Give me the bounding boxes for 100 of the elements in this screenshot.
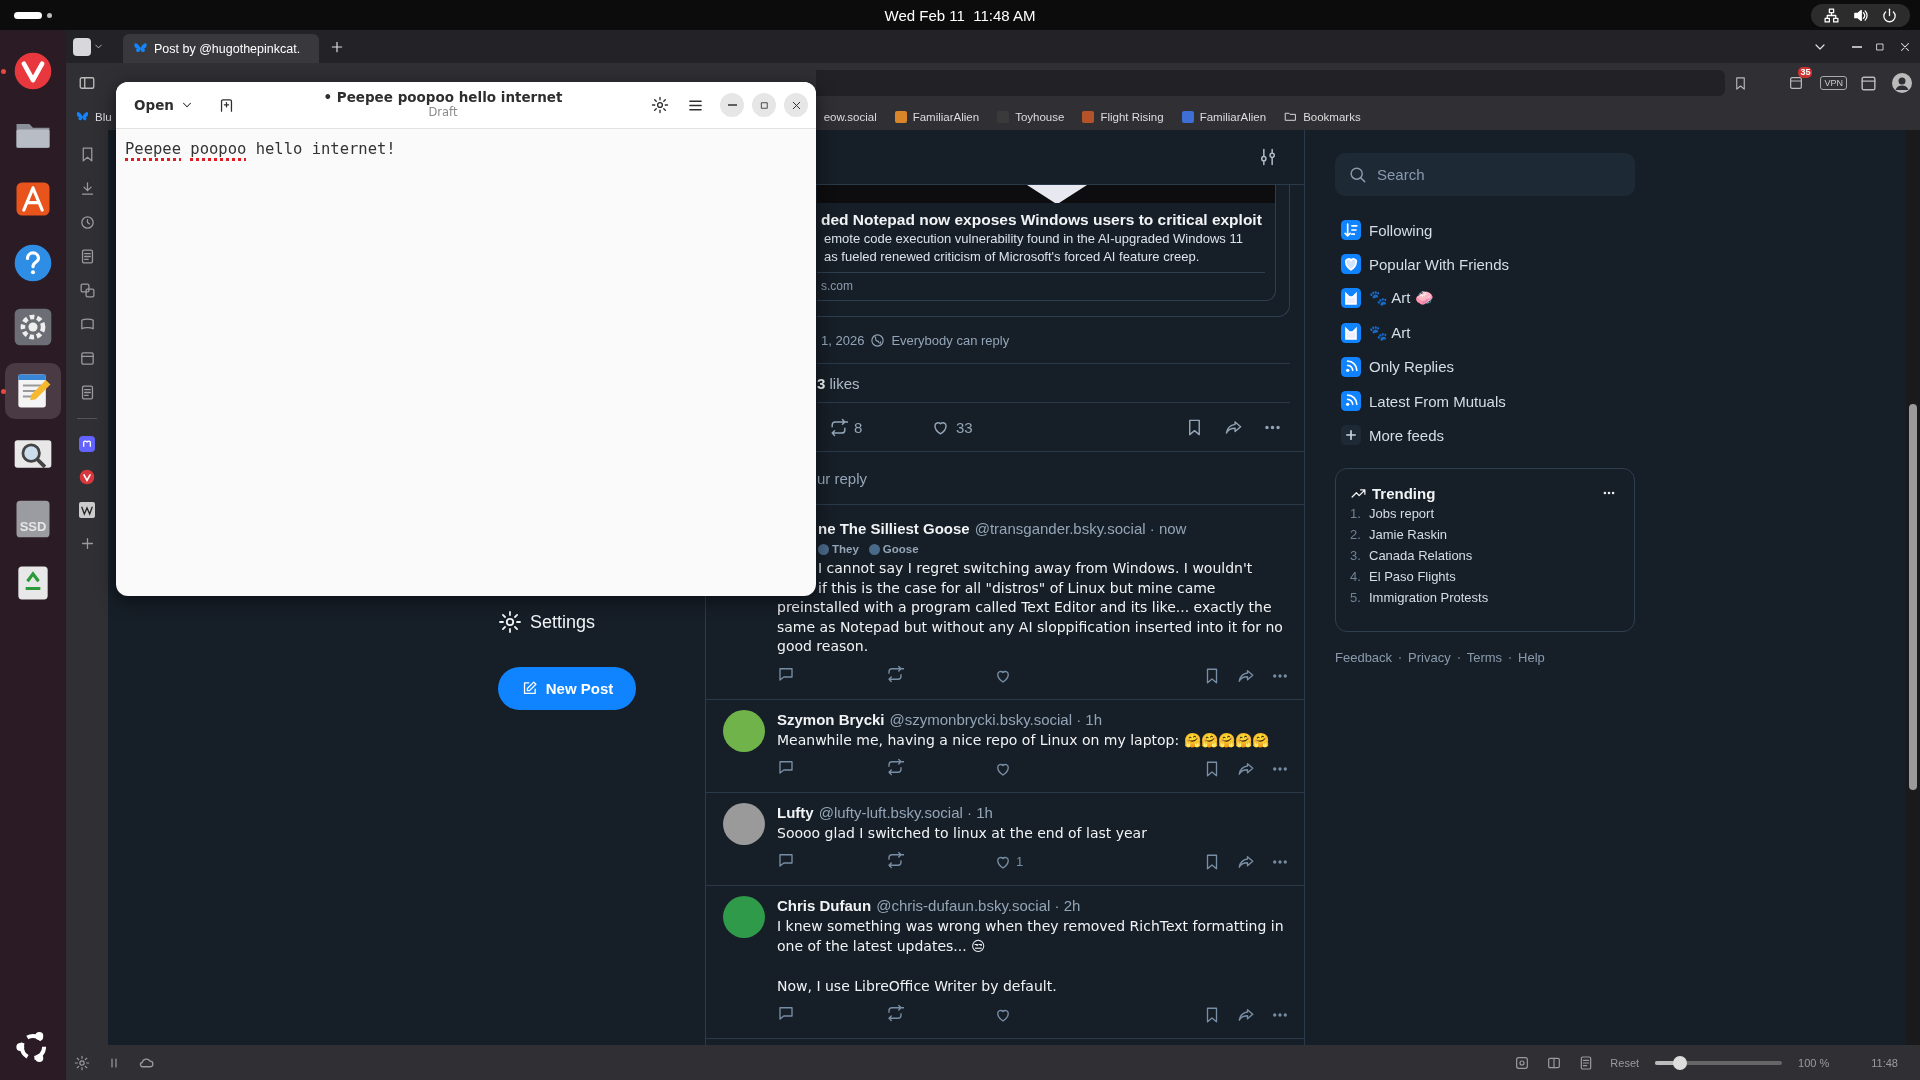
reply-text: I knew something was wrong when they removed RichText formatting in one of the latest updates... 😒 Now, I use LibreOffice Writer by default.: [777, 916, 1285, 996]
repost-icon[interactable]: [886, 665, 904, 684]
like-count: 33: [956, 418, 973, 436]
side-panel-icon[interactable]: [78, 74, 96, 92]
feed-link[interactable]: Popular With Friends: [1369, 255, 1510, 273]
window-panel-icon[interactable]: [78, 350, 96, 367]
system-tray[interactable]: [1811, 3, 1910, 27]
folder-icon: [1284, 110, 1298, 123]
author-handle: @lufty-luft.bsky.social · 1h: [818, 802, 993, 823]
maximize-button[interactable]: [752, 93, 776, 117]
trending-title: Trending: [1372, 484, 1437, 502]
author-name[interactable]: Lufty: [777, 802, 814, 823]
address-field[interactable]: [816, 70, 1726, 96]
bookmark-link[interactable]: Blu: [95, 110, 112, 123]
extension-icon[interactable]: [1788, 75, 1805, 91]
link-card[interactable]: [817, 185, 1276, 301]
reply-prompt[interactable]: ur reply: [817, 469, 868, 487]
translate-panel-icon[interactable]: [78, 282, 96, 299]
window-subtitle: Draft: [428, 105, 458, 120]
theme-icon[interactable]: [651, 96, 669, 114]
feed-link[interactable]: 🐾 Art: [1369, 323, 1411, 342]
bookmark-link[interactable]: FamiliarAlien: [1199, 110, 1267, 123]
repost-count: 8: [854, 418, 863, 436]
footer-link[interactable]: Feedback: [1335, 650, 1393, 666]
footer-link[interactable]: Privacy: [1408, 650, 1451, 666]
feed-link[interactable]: Only Replies: [1369, 358, 1455, 376]
author-handle: @transgander.bsky.social · now: [974, 519, 1187, 539]
butterfly-icon: [76, 110, 89, 123]
repost-icon[interactable]: [886, 758, 904, 777]
avatar[interactable]: [723, 895, 765, 938]
feed-icon: [1341, 356, 1361, 377]
panel-toggle-icon[interactable]: [74, 1054, 90, 1071]
trend-rank: 3.: [1350, 548, 1360, 564]
minimize-icon[interactable]: [1852, 45, 1862, 48]
author-name[interactable]: Chris Dufaun: [777, 895, 872, 916]
reply-text-line: if this is the case for all "distros" of Linux but mine came: [817, 578, 1217, 598]
vpn-button[interactable]: VPN: [1820, 76, 1847, 90]
avatar[interactable]: [723, 709, 765, 752]
vivaldi-panel-icon[interactable]: [79, 469, 95, 485]
wiki-icon[interactable]: [79, 502, 95, 518]
feed-link[interactable]: Following: [1369, 221, 1433, 239]
link-description: emote code execution vulnerability found in the AI-upgraded Windows 11: [824, 230, 1244, 248]
link-title: ded Notepad now exposes Windows users to critical exploit: [821, 210, 1263, 230]
trend-link[interactable]: Jobs report: [1369, 506, 1435, 522]
trend-link[interactable]: Jamie Raskin: [1369, 527, 1448, 543]
sliders-icon[interactable]: [1258, 147, 1278, 167]
feed-link[interactable]: Latest From Mutuals: [1369, 392, 1506, 410]
bookmark-link[interactable]: Bookmarks: [1303, 110, 1361, 123]
post-date: 1, 2026: [821, 332, 865, 348]
calendar-icon[interactable]: [1859, 73, 1878, 93]
trend-link[interactable]: Immigration Protests: [1369, 590, 1489, 606]
footer-link[interactable]: Terms: [1466, 650, 1503, 666]
feed-link[interactable]: 🐾 Art 🧼: [1369, 289, 1434, 308]
author-handle: @szymonbrycki.bsky.social · 1h: [889, 709, 1103, 730]
scrollbar[interactable]: [1906, 130, 1920, 1045]
drive-label: SSD: [18, 519, 48, 534]
bookmark-link[interactable]: FamiliarAlien: [912, 110, 980, 123]
profile-badge: Goose: [868, 543, 919, 555]
feed-link[interactable]: More feeds: [1369, 426, 1445, 444]
power-icon: [1881, 6, 1898, 24]
new-post-button[interactable]: New Post: [498, 667, 636, 710]
browser-tab[interactable]: Post by @hugothepinkcat.: [123, 34, 319, 63]
trend-rank: 2.: [1350, 527, 1360, 543]
trend-rank: 4.: [1350, 569, 1360, 585]
profile-icon[interactable]: [1890, 71, 1914, 95]
zoom-slider[interactable]: [1655, 1055, 1783, 1070]
avatar[interactable]: [723, 802, 765, 845]
zoom-reset-button[interactable]: Reset: [1610, 1056, 1640, 1069]
history-panel-icon[interactable]: [78, 214, 96, 231]
restore-icon[interactable]: [1874, 40, 1886, 53]
profile-badge: They: [818, 543, 859, 555]
search-field[interactable]: Search: [1335, 153, 1635, 196]
repost-icon[interactable]: [886, 1004, 904, 1023]
open-button[interactable]: Open: [124, 91, 204, 119]
feed-icon: [1341, 220, 1361, 241]
settings-icon[interactable]: [498, 610, 522, 634]
search-icon: [1348, 165, 1367, 184]
minimize-button[interactable]: [720, 93, 744, 117]
bookmark-link[interactable]: Flight Rising: [1100, 110, 1164, 123]
author-name[interactable]: ne The Silliest Goose: [818, 519, 970, 539]
network-icon: [1823, 6, 1840, 24]
close-button[interactable]: [784, 93, 808, 117]
repost-icon[interactable]: [886, 851, 904, 870]
repost-icon[interactable]: [829, 417, 848, 437]
trend-link[interactable]: El Paso Flights: [1369, 569, 1456, 585]
editor-text[interactable]: Peepee poopoo hello internet!: [116, 129, 816, 169]
likes-summary[interactable]: 3 likes: [817, 374, 860, 392]
clock[interactable]: Wed Feb 11 11:48 AM: [884, 6, 1036, 24]
globe-icon: [870, 332, 886, 348]
minimize-icon: [727, 104, 737, 106]
bookmark-link[interactable]: Toyhouse: [1015, 110, 1065, 123]
author-name[interactable]: Szymon Brycki: [777, 709, 885, 730]
trend-link[interactable]: Canada Relations: [1369, 548, 1473, 564]
footer-link[interactable]: Help: [1518, 650, 1545, 666]
reply-text: Soooo glad I switched to linux at the end of last year: [777, 823, 1148, 843]
feed-icon: [1341, 391, 1361, 412]
capture-icon[interactable]: [1514, 1054, 1531, 1071]
bookmark-link[interactable]: eow.social: [823, 110, 877, 123]
settings-link[interactable]: Settings: [530, 611, 596, 633]
mastodon-icon[interactable]: [79, 436, 95, 452]
